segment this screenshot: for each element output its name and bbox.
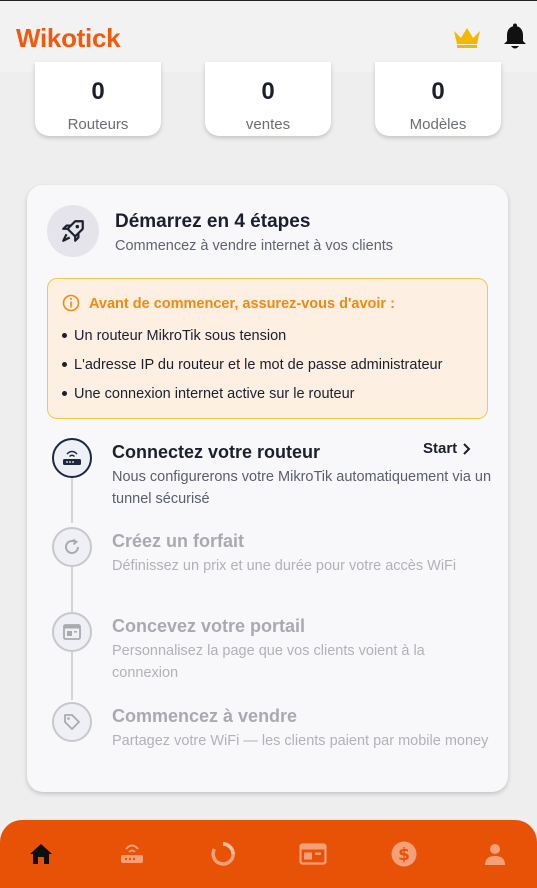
start-label: Start bbox=[423, 440, 458, 457]
chevron-right-icon bbox=[463, 442, 471, 455]
stat-label: Modèles bbox=[409, 116, 467, 133]
step-desc: Définissez un prix et une durée pour vot… bbox=[112, 558, 457, 574]
router-icon bbox=[52, 438, 92, 478]
step-title: Concevez votre portail bbox=[112, 616, 306, 636]
browser-icon[interactable] bbox=[298, 839, 328, 869]
stat-value: 0 bbox=[91, 78, 105, 105]
svg-text:$: $ bbox=[398, 845, 410, 865]
step-connector bbox=[71, 478, 73, 523]
step-desc: Personnalisez la page que vos clients vo… bbox=[112, 643, 425, 681]
step-title: Commencez à vendre bbox=[112, 706, 298, 726]
notice-item: Une connexion internet active sur le rou… bbox=[62, 386, 355, 402]
bell-icon[interactable] bbox=[502, 23, 528, 51]
crown-icon[interactable] bbox=[452, 25, 482, 49]
tag-icon bbox=[52, 702, 92, 742]
start-button[interactable]: Start bbox=[423, 440, 471, 457]
step-desc: Partagez votre WiFi — les clients paient… bbox=[112, 733, 489, 749]
card-subtitle: Commencez à vendre internet à vos client… bbox=[115, 238, 394, 254]
info-icon bbox=[62, 294, 80, 312]
step-title: Créez un forfait bbox=[112, 531, 245, 551]
browser-icon bbox=[52, 612, 92, 652]
card-title: Démarrez en 4 étapes bbox=[115, 211, 311, 232]
rocket-icon bbox=[47, 205, 99, 257]
stat-value: 0 bbox=[431, 78, 445, 105]
prerequisites-notice: Avant de commencer, assurez-vous d'avoir… bbox=[47, 278, 488, 419]
bottom-navigation: $ bbox=[0, 820, 537, 888]
user-icon[interactable] bbox=[480, 839, 510, 869]
onboarding-card: Démarrez en 4 étapes Commencez à vendre … bbox=[27, 185, 508, 792]
stat-card-ventes[interactable]: 0 ventes bbox=[205, 62, 331, 136]
home-icon[interactable] bbox=[26, 839, 56, 869]
stat-label: ventes bbox=[245, 116, 291, 133]
stat-label: Routeurs bbox=[67, 116, 129, 133]
step-title: Connectez votre routeur bbox=[112, 442, 321, 462]
stat-card-routeurs[interactable]: 0 Routeurs bbox=[35, 62, 161, 136]
stat-value: 0 bbox=[261, 78, 275, 105]
step-desc: Nous configurerons votre MikroTik automa… bbox=[112, 469, 492, 507]
notice-item: L'adresse IP du routeur et le mot de pas… bbox=[62, 357, 442, 373]
app-logo-title: Wikotick bbox=[16, 23, 121, 53]
spinner-icon[interactable] bbox=[208, 839, 238, 869]
router-icon[interactable] bbox=[117, 839, 147, 869]
notice-title: Avant de commencer, assurez-vous d'avoir… bbox=[89, 296, 395, 312]
step-connector bbox=[71, 652, 73, 700]
stat-card-modeles[interactable]: 0 Modèles bbox=[375, 62, 501, 136]
dollar-icon[interactable]: $ bbox=[389, 839, 419, 869]
refresh-icon bbox=[52, 527, 92, 567]
notice-item: Un routeur MikroTik sous tension bbox=[62, 328, 286, 344]
step-connector bbox=[71, 567, 73, 612]
